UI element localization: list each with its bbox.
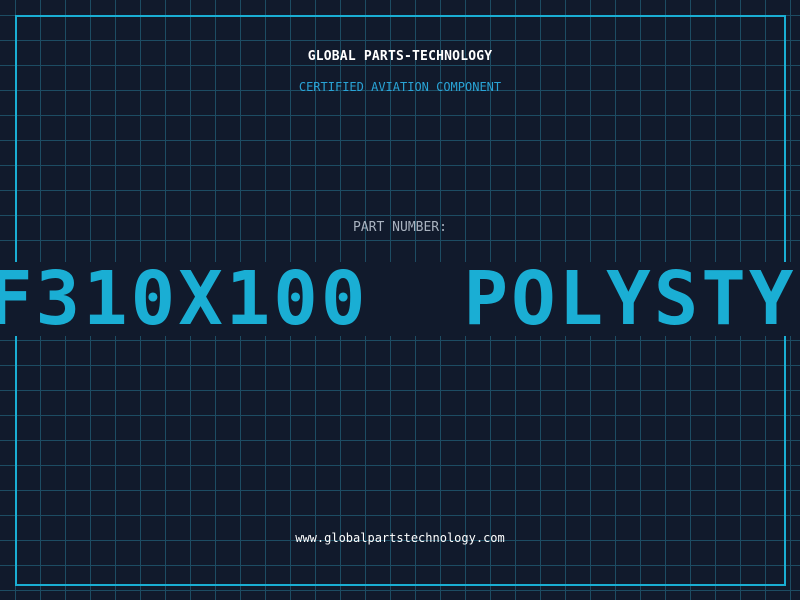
part-card: GLOBAL PARTS-TECHNOLOGY CERTIFIED AVIATI… [0,0,800,600]
part-number-label: PART NUMBER: [353,220,447,235]
company-name: GLOBAL PARTS-TECHNOLOGY [307,49,493,64]
certification-tagline: CERTIFIED AVIATION COMPONENT [298,80,502,94]
part-number-value: F310X100 POLYSTYR [0,262,800,336]
website-url: www.globalpartstechnology.com [295,531,505,545]
part-number-band: F310X100 POLYSTYR [0,262,800,336]
